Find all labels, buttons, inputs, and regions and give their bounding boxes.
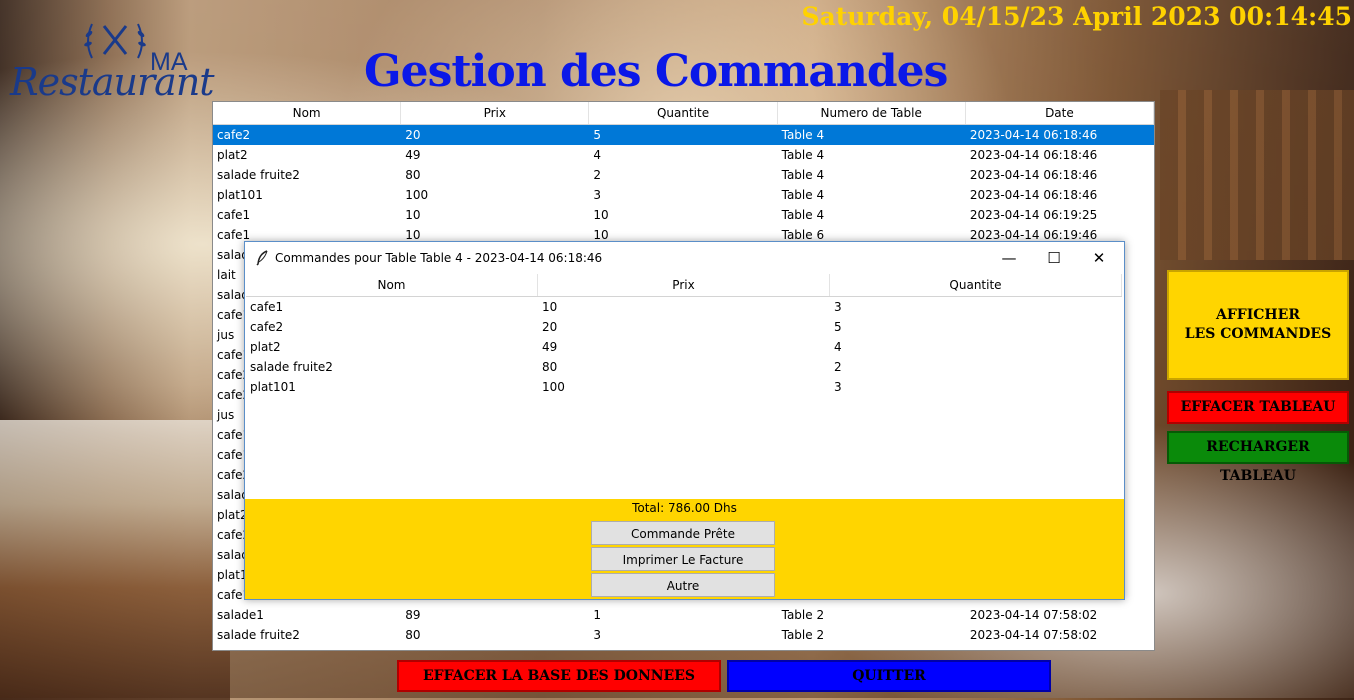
table-cell: 49 (405, 148, 421, 162)
table-row[interactable]: cafe2 20 5 Table 4 2023-04-14 06:18:46 (213, 125, 1154, 145)
dialog-table-row[interactable]: cafe1 10 3 (246, 297, 1122, 317)
table-cell: 3 (593, 628, 602, 642)
dialog-orders-table[interactable]: Nom Prix Quantite cafe1 10 3 cafe2 20 5 plat2 4… (246, 274, 1122, 498)
table-cell: Table 4 (781, 168, 825, 182)
table-cell: Table 2 (781, 608, 825, 622)
logo-name-text: Restaurant (10, 60, 215, 104)
wreath-utensils-icon (84, 23, 146, 59)
table-cell: plat2 (217, 148, 248, 162)
table-cell: 80 (405, 168, 421, 182)
dialog-table-cell: 4 (834, 340, 842, 354)
table-cell: 2 (593, 168, 602, 182)
table-cell: Table 4 (781, 188, 825, 202)
table-cell: 5 (593, 128, 602, 142)
column-header-date[interactable]: Date (966, 102, 1154, 124)
table-cell: 2023-04-14 06:18:46 (969, 148, 1098, 162)
dialog-titlebar[interactable]: Commandes pour Table Table 4 - 2023-04-1… (245, 242, 1124, 274)
dialog-table-cell: salade fruite2 (250, 360, 333, 374)
imprimer-facture-button[interactable]: Imprimer Le Facture (591, 547, 775, 571)
dialog-table-header: Nom Prix Quantite (246, 274, 1122, 297)
table-cell: cafe1 (217, 208, 251, 222)
restaurant-logo: MA Restaurant (4, 8, 215, 104)
column-header-nom[interactable]: Nom (213, 102, 402, 124)
feather-icon (256, 250, 268, 266)
table-cell: 2023-04-14 06:19:25 (969, 208, 1098, 222)
table-cell: 100 (405, 188, 429, 202)
background-table (0, 420, 230, 700)
dialog-table-cell: cafe2 (250, 320, 284, 334)
dialog-table-cell: 3 (834, 380, 842, 394)
dialog-table-row[interactable]: plat2 49 4 (246, 337, 1122, 357)
table-row[interactable]: plat101 100 3 Table 4 2023-04-14 06:18:46 (213, 185, 1154, 205)
table-cell: 3 (593, 188, 602, 202)
maximize-button[interactable]: ☐ (1031, 242, 1077, 274)
dialog-table-cell: 20 (542, 320, 558, 334)
table-row[interactable]: salade fruite2 80 2 Table 4 2023-04-14 06:18… (213, 165, 1154, 185)
background-shelf (1160, 90, 1354, 260)
dialog-table-row[interactable]: cafe2 20 5 (246, 317, 1122, 337)
page-title: Gestion des Commandes (364, 46, 948, 97)
table-cell: salade fruite2 (217, 628, 300, 642)
table-cell: 10 (405, 208, 421, 222)
table-cell: salade fruite2 (217, 168, 300, 182)
table-cell: Table 4 (781, 128, 825, 142)
table-row[interactable]: cafe1 10 10 Table 4 2023-04-14 06:19:25 (213, 205, 1154, 225)
table-cell: Table 4 (781, 148, 825, 162)
autre-button[interactable]: Autre (591, 573, 775, 597)
table-cell: salade1 (217, 608, 264, 622)
table-cell: 2023-04-14 06:18:46 (969, 188, 1098, 202)
table-cell: Table 2 (781, 628, 825, 642)
table-cell: 80 (405, 628, 421, 642)
table-row[interactable]: salade1 89 1 Table 2 2023-04-14 07:58:02 (213, 605, 1154, 625)
dialog-table-cell: plat101 (250, 380, 296, 394)
dialog-table-row[interactable]: salade fruite2 80 2 (246, 357, 1122, 377)
column-header-table[interactable]: Numero de Table (778, 102, 966, 124)
table-cell: cafe2 (217, 128, 251, 142)
column-header-prix[interactable]: Prix (401, 102, 590, 124)
table-cell: 2023-04-14 06:18:46 (969, 168, 1098, 182)
datetime-clock: Saturday, 04/15/23 April 2023 00:14:45 (801, 2, 1352, 31)
dialog-table-body: cafe1 10 3 cafe2 20 5 plat2 49 4 salade fruite2 80… (246, 297, 1122, 397)
table-cell: 4 (593, 148, 602, 162)
column-header-quantite[interactable]: Quantite (589, 102, 778, 124)
table-orders-dialog: Commandes pour Table Table 4 - 2023-04-1… (244, 241, 1125, 600)
table-cell: 2023-04-14 07:58:02 (969, 608, 1098, 622)
minimize-button[interactable]: — (986, 242, 1032, 274)
dialog-table-cell: 49 (542, 340, 558, 354)
dialog-table-row[interactable]: plat101 100 3 (246, 377, 1122, 397)
quitter-button[interactable]: QUITTER (727, 660, 1051, 692)
table-cell: Table 4 (781, 208, 825, 222)
table-cell: 2023-04-14 07:58:02 (969, 628, 1098, 642)
table-row[interactable]: plat2 49 4 Table 4 2023-04-14 06:18:46 (213, 145, 1154, 165)
table-cell: 1 (593, 608, 602, 622)
dialog-table-cell: 5 (834, 320, 842, 334)
dialog-column-header-quantite[interactable]: Quantite (830, 274, 1122, 296)
table-row[interactable]: salade fruite2 80 3 Table 2 2023-04-14 07:58… (213, 625, 1154, 645)
close-button[interactable]: ✕ (1076, 242, 1122, 274)
dialog-column-header-prix[interactable]: Prix (538, 274, 830, 296)
orders-table-header: Nom Prix Quantite Numero de Table Date (213, 102, 1154, 125)
dialog-title: Commandes pour Table Table 4 - 2023-04-1… (275, 251, 603, 265)
effacer-base-donnees-button[interactable]: EFFACER LA BASE DES DONNEES (397, 660, 721, 692)
dialog-table-cell: 10 (542, 300, 558, 314)
afficher-commandes-button[interactable]: AFFICHER LES COMMANDES (1167, 270, 1349, 380)
dialog-column-header-nom[interactable]: Nom (246, 274, 538, 296)
dialog-table-cell: 3 (834, 300, 842, 314)
dialog-table-cell: 100 (542, 380, 565, 394)
dialog-table-cell: 2 (834, 360, 842, 374)
dialog-footer: Total: 786.00 Dhs Commande Prête Imprime… (245, 499, 1124, 599)
recharger-tableau-button[interactable]: RECHARGER TABLEAU (1167, 431, 1349, 484)
table-cell: 20 (405, 128, 421, 142)
dialog-table-cell: plat2 (250, 340, 281, 354)
table-cell: 10 (593, 208, 609, 222)
table-cell: 2023-04-14 06:18:46 (969, 128, 1098, 142)
dialog-table-cell: cafe1 (250, 300, 284, 314)
commande-prete-button[interactable]: Commande Prête (591, 521, 775, 545)
table-cell: 89 (405, 608, 421, 622)
dialog-table-cell: 80 (542, 360, 558, 374)
order-total: Total: 786.00 Dhs (632, 501, 737, 515)
effacer-tableau-button[interactable]: EFFACER TABLEAU (1167, 391, 1349, 424)
table-cell: plat101 (217, 188, 263, 202)
